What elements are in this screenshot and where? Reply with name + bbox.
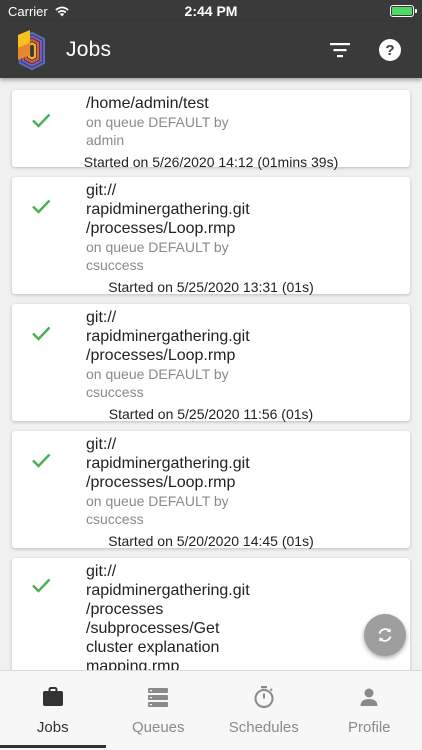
app-logo-icon xyxy=(18,30,46,71)
job-card[interactable]: git:// rapidminergathering.git /processe… xyxy=(12,304,410,422)
job-started: Started on 5/25/2020 11:56 (01s) xyxy=(108,406,314,422)
tab-profile[interactable]: Profile xyxy=(317,671,422,750)
check-icon xyxy=(32,453,51,468)
tab-bar: Jobs Queues Schedules Profile xyxy=(0,670,422,750)
carrier-label: Carrier xyxy=(8,3,48,19)
refresh-button[interactable] xyxy=(364,614,406,656)
refresh-icon xyxy=(378,628,392,642)
tab-label: Jobs xyxy=(36,719,69,736)
status-bar: Carrier 2:44 PM xyxy=(0,0,422,22)
stopwatch-icon xyxy=(254,686,274,708)
job-queue: on queue DEFAULT by csuccess xyxy=(86,493,229,527)
tab-schedules[interactable]: Schedules xyxy=(211,671,317,750)
job-path: git:// rapidminergathering.git /processe… xyxy=(86,563,250,670)
tab-jobs[interactable]: Jobs xyxy=(0,671,106,750)
job-queue: on queue DEFAULT by csuccess xyxy=(86,239,229,273)
filter-button[interactable] xyxy=(322,32,358,68)
check-icon xyxy=(32,578,51,593)
filter-icon xyxy=(330,43,350,58)
person-icon xyxy=(360,688,378,706)
battery-icon xyxy=(390,5,417,17)
check-icon xyxy=(32,113,51,128)
job-card[interactable]: /home/admin/test on queue DEFAULT by adm… xyxy=(12,90,410,170)
tab-queues[interactable]: Queues xyxy=(106,671,212,750)
job-path: git:// rapidminergathering.git /processe… xyxy=(86,309,250,364)
app-header: Jobs ? xyxy=(0,22,422,78)
job-card[interactable]: git:// rapidminergathering.git /processe… xyxy=(12,558,410,670)
job-card[interactable]: git:// rapidminergathering.git /processe… xyxy=(12,177,410,295)
status-right xyxy=(390,5,417,17)
job-started: Started on 5/25/2020 13:31 (01s) xyxy=(108,279,314,295)
queues-icon xyxy=(148,688,169,707)
job-started: Started on 5/20/2020 14:45 (01s) xyxy=(108,533,314,549)
help-button[interactable]: ? xyxy=(372,32,408,68)
jobs-list: /home/admin/test on queue DEFAULT by adm… xyxy=(0,78,422,670)
status-left: Carrier xyxy=(8,4,70,19)
tab-label: Profile xyxy=(347,719,391,736)
job-card[interactable]: git:// rapidminergathering.git /processe… xyxy=(12,431,410,549)
help-icon: ? xyxy=(379,39,401,61)
tab-label: Schedules xyxy=(228,719,299,736)
check-icon xyxy=(32,199,51,214)
svg-text:?: ? xyxy=(385,42,394,59)
job-path: git:// rapidminergathering.git /processe… xyxy=(86,182,250,237)
check-icon xyxy=(32,326,51,341)
job-queue: on queue DEFAULT by csuccess xyxy=(86,366,229,400)
job-started: Started on 5/26/2020 14:12 (01mins 39s) xyxy=(83,154,339,170)
tab-label: Queues xyxy=(131,719,185,736)
job-path: /home/admin/test xyxy=(86,95,209,112)
page-title: Jobs xyxy=(66,38,112,61)
job-path: git:// rapidminergathering.git /processe… xyxy=(86,436,250,491)
briefcase-icon xyxy=(42,687,63,706)
job-queue: on queue DEFAULT by admin xyxy=(86,114,229,148)
wifi-icon xyxy=(55,6,69,17)
